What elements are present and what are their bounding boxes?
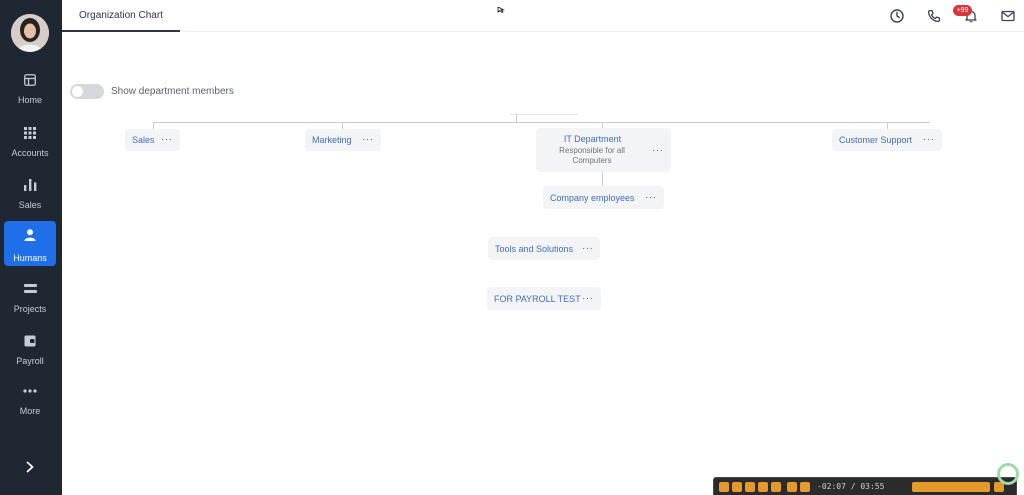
playback-time: -02:07 / 03:55 — [817, 482, 885, 491]
org-node-title: Customer Support — [839, 135, 913, 145]
sidebar-item-accounts[interactable]: Accounts — [4, 123, 56, 163]
more-options-icon[interactable]: ··· — [582, 244, 594, 254]
sidebar-item-more[interactable]: More — [4, 381, 56, 421]
more-options-icon[interactable]: ··· — [645, 193, 657, 203]
more-options-icon[interactable]: ··· — [923, 135, 935, 145]
fast-forward-icon[interactable] — [771, 482, 781, 492]
more-options-icon[interactable]: ··· — [582, 294, 594, 304]
bar-chart-icon — [4, 177, 56, 193]
org-node-marketing[interactable]: Marketing ··· — [305, 129, 381, 151]
more-icon — [4, 383, 56, 399]
org-node-tools-and-solutions[interactable]: Tools and Solutions ··· — [488, 237, 600, 260]
org-node-title: Marketing — [312, 135, 352, 145]
cursor-icon — [497, 0, 507, 14]
tab-organization-chart[interactable]: Organization Chart — [62, 0, 180, 32]
previous-icon[interactable] — [787, 482, 797, 492]
toggle-label: Show department members — [111, 86, 234, 97]
chevron-right-icon — [26, 460, 34, 478]
org-node-it-department[interactable]: IT Department Responsible for all Comput… — [536, 128, 671, 172]
person-icon — [4, 227, 56, 243]
top-bar: Organization Chart +99 — [62, 0, 1024, 32]
notification-badge: +99 — [953, 5, 972, 16]
org-node-title: FOR PAYROLL TEST — [494, 294, 581, 304]
phone-icon[interactable] — [925, 7, 943, 25]
clock-icon[interactable] — [888, 7, 906, 25]
org-node-company-employees[interactable]: Company employees ··· — [543, 186, 664, 209]
org-node-title: Company employees — [550, 193, 635, 203]
more-options-icon[interactable]: ··· — [652, 146, 664, 156]
org-node-sales[interactable]: Sales ··· — [125, 129, 180, 151]
connector-root — [516, 114, 517, 122]
play-icon[interactable] — [719, 482, 729, 492]
show-members-toggle[interactable] — [70, 84, 104, 99]
more-options-icon[interactable]: ··· — [161, 135, 173, 145]
sidebar-item-label: Projects — [13, 304, 47, 314]
more-options-icon[interactable]: ··· — [362, 135, 374, 145]
toggle-knob — [72, 86, 83, 97]
org-node-customer-support[interactable]: Customer Support ··· — [832, 129, 942, 151]
root-connector — [510, 114, 578, 115]
sidebar-item-label: Sales — [18, 200, 42, 210]
projects-icon — [4, 281, 56, 297]
org-node-payroll-test[interactable]: FOR PAYROLL TEST ··· — [487, 287, 601, 310]
app-root: Home Accounts Sales Humans Projects Payr… — [0, 0, 1024, 495]
rewind-icon[interactable] — [758, 482, 768, 492]
horizontal-connector — [153, 122, 930, 123]
org-node-title: Sales — [132, 135, 155, 145]
sidebar-item-label: Humans — [13, 253, 47, 263]
sidebar-item-label: Payroll — [16, 356, 44, 366]
sidebar-item-label: Home — [17, 95, 42, 105]
avatar[interactable] — [11, 14, 49, 52]
sidebar-item-label: More — [19, 406, 41, 416]
org-node-title: IT Department — [563, 134, 622, 144]
media-player-bar: -02:07 / 03:55 — [713, 477, 1017, 495]
sidebar-item-sales[interactable]: Sales — [4, 175, 56, 215]
org-node-description: Responsible for all Computers — [559, 146, 625, 165]
sidebar: Home Accounts Sales Humans Projects Payr… — [0, 0, 62, 495]
expand-sidebar-button[interactable] — [16, 457, 44, 481]
sidebar-item-home[interactable]: Home — [4, 70, 56, 110]
sidebar-item-payroll[interactable]: Payroll — [4, 331, 56, 371]
sidebar-item-humans[interactable]: Humans — [4, 221, 56, 266]
stop-icon[interactable] — [745, 482, 755, 492]
app-logo-icon — [997, 463, 1019, 485]
sidebar-item-label: Accounts — [11, 148, 49, 158]
org-node-title: Tools and Solutions — [495, 244, 574, 254]
grid-icon — [4, 125, 56, 141]
next-icon[interactable] — [800, 482, 810, 492]
mail-icon[interactable] — [999, 7, 1017, 25]
connector-company-employees — [602, 172, 603, 186]
sidebar-item-projects[interactable]: Projects — [4, 279, 56, 319]
pause-icon[interactable] — [732, 482, 742, 492]
wallet-icon — [4, 333, 56, 349]
volume-slider[interactable] — [912, 482, 990, 492]
home-icon — [4, 72, 56, 88]
